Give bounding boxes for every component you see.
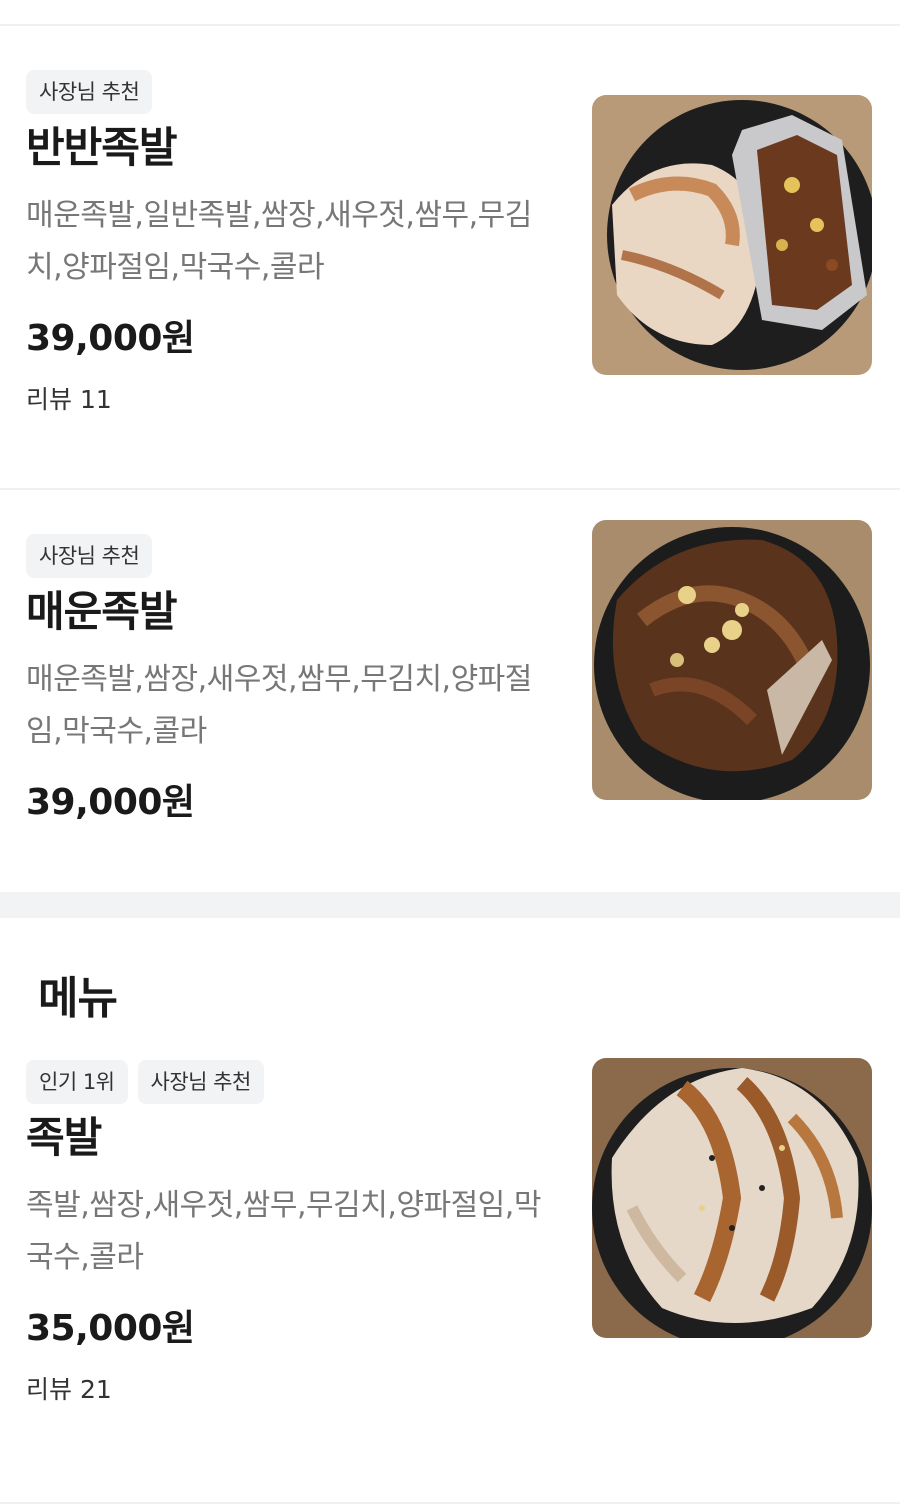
menu-item-photo[interactable] [592,520,872,800]
menu-item-description: 매운족발,쌈장,새우젓,쌈무,무김치,양파절임,막국수,콜라 [26,662,532,749]
menu-item-jokbal[interactable]: 인기 1위 사장님 추천 족발 족발,쌈장,새우젓,쌈무,무김치,양파절임,막국… [0,1022,900,1502]
tag-owner-recommend: 사장님 추천 [26,534,153,578]
top-strip [0,0,900,26]
tag-owner-recommend: 사장님 추천 [26,70,153,114]
menu-item-photo[interactable] [592,1058,872,1338]
section-title: 메뉴 [38,973,118,1024]
review-count: 리뷰 11 [26,385,112,414]
review-count: 리뷰 21 [26,1375,112,1404]
menu-item-info: 사장님 추천 매운족발 매운족발,쌈장,새우젓,쌈무,무김치,양파절임,막국수,… [26,534,556,892]
menu-item-price: 35,000원 [26,1308,195,1349]
menu-item-photo[interactable] [592,95,872,375]
tag-list: 사장님 추천 [26,70,556,114]
menu-item-info: 인기 1위 사장님 추천 족발 족발,쌈장,새우젓,쌈무,무김치,양파절임,막국… [26,1060,556,1502]
tag-owner-recommend: 사장님 추천 [137,1060,264,1104]
menu-item-spicy[interactable]: 사장님 추천 매운족발 매운족발,쌈장,새우젓,쌈무,무김치,양파절임,막국수,… [0,490,900,892]
menu-item-description: 족발,쌈장,새우젓,쌈무,무김치,양파절임,막국수,콜라 [26,1188,541,1275]
tag-popular-rank: 인기 1위 [26,1060,128,1104]
menu-item-banban[interactable]: 사장님 추천 반반족발 매운족발,일반족발,쌈장,새우젓,쌈무,무김치,양파절임… [0,26,900,488]
menu-item-name: 반반족발 [26,123,178,172]
tag-list: 인기 1위 사장님 추천 [26,1060,556,1104]
section-gap [0,892,900,918]
tag-list: 사장님 추천 [26,534,556,578]
menu-item-info: 사장님 추천 반반족발 매운족발,일반족발,쌈장,새우젓,쌈무,무김치,양파절임… [26,70,556,488]
menu-item-name: 매운족발 [26,587,178,636]
menu-item-price: 39,000원 [26,782,195,823]
menu-item-description: 매운족발,일반족발,쌈장,새우젓,쌈무,무김치,양파절임,막국수,콜라 [26,198,532,285]
menu-item-name: 족발 [26,1113,102,1162]
menu-item-price: 39,000원 [26,318,195,359]
